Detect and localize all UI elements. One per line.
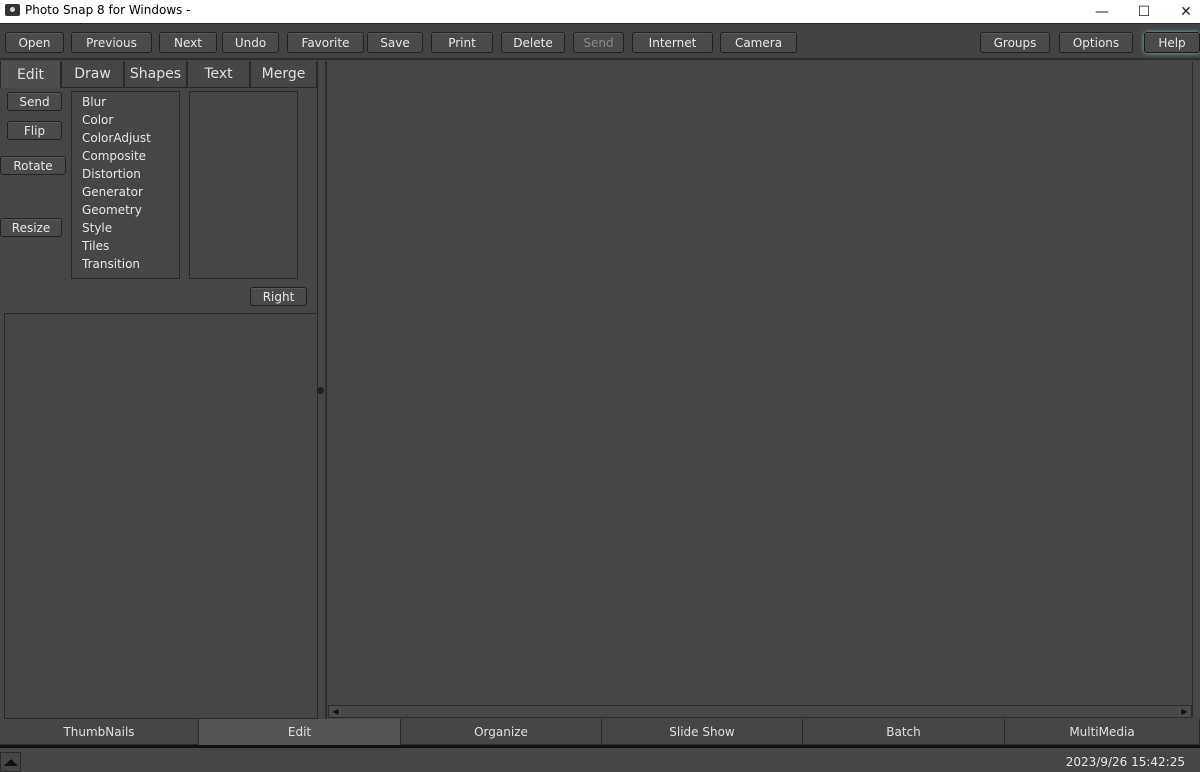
right-button[interactable]: Right [250,287,307,306]
list-item-coloradjust[interactable]: ColorAdjust [82,129,151,147]
open-button[interactable]: Open [5,32,64,53]
scroll-left-icon[interactable]: ◀ [329,706,342,717]
undo-button[interactable]: Undo [222,32,279,53]
window-title: Photo Snap 8 for Windows - [25,3,191,17]
send-button: Send [573,32,624,53]
print-button[interactable]: Print [431,32,493,53]
favorite-button[interactable]: Favorite [287,32,364,53]
arrow-up-icon [3,758,18,766]
list-item-composite[interactable]: Composite [82,147,146,165]
previous-button[interactable]: Previous [71,32,152,53]
status-datetime: 2023/9/26 15:42:25 [1065,755,1185,769]
splitter-grip-icon[interactable] [317,387,324,394]
tab-merge[interactable]: Merge [250,61,317,88]
list-item-color[interactable]: Color [82,111,113,129]
flip-button[interactable]: Flip [7,121,62,140]
vertical-scrollbar[interactable] [1192,62,1200,717]
list-item-generator[interactable]: Generator [82,183,143,201]
maximize-button[interactable]: ☐ [1122,0,1166,23]
groups-button[interactable]: Groups [980,32,1050,53]
internet-button[interactable]: Internet [632,32,713,53]
tab-organize[interactable]: Organize [401,719,602,745]
tab-edit[interactable]: Edit [0,61,61,88]
scroll-right-icon[interactable]: ▶ [1178,706,1191,717]
tab-text[interactable]: Text [187,61,250,88]
delete-button[interactable]: Delete [501,32,565,53]
list-item-geometry[interactable]: Geometry [82,201,142,219]
expand-up-button[interactable] [0,752,21,772]
camera-button[interactable]: Camera [720,32,797,53]
tab-batch[interactable]: Batch [803,719,1005,745]
tab-thumbnails[interactable]: ThumbNails [0,719,199,745]
tab-shapes[interactable]: Shapes [124,61,187,88]
effects-list[interactable] [189,91,298,279]
close-button[interactable]: ✕ [1164,0,1200,23]
list-item-tiles[interactable]: Tiles [82,237,109,255]
camera-icon [5,4,20,16]
panel-splitter[interactable] [317,61,326,719]
minimize-button[interactable]: — [1080,0,1124,23]
list-item-blur[interactable]: Blur [82,93,106,111]
save-button[interactable]: Save [367,32,423,53]
preview-panel [4,313,318,719]
tab-slide-show[interactable]: Slide Show [602,719,803,745]
resize-button[interactable]: Resize [0,218,62,237]
tab-draw[interactable]: Draw [61,61,124,88]
effect-category-list[interactable]: Blur Color ColorAdjust Composite Distort… [71,91,180,279]
horizontal-scrollbar[interactable]: ◀ ▶ [328,705,1192,718]
next-button[interactable]: Next [159,32,217,53]
rotate-button[interactable]: Rotate [0,156,66,175]
list-item-style[interactable]: Style [82,219,112,237]
send-side-button[interactable]: Send [7,92,62,111]
mode-tabs: ThumbNails Edit Organize Slide Show Batc… [0,719,1200,748]
tab-multimedia[interactable]: MultiMedia [1005,719,1200,745]
main-toolbar: Open Previous Next Undo Favorite Save Pr… [0,23,1200,60]
edit-tools-panel: Edit Draw Shapes Text Merge Send Flip Ro… [0,61,318,315]
help-button[interactable]: Help [1144,32,1200,53]
list-item-distortion[interactable]: Distortion [82,165,141,183]
title-bar: Photo Snap 8 for Windows - — ☐ ✕ [0,0,1200,23]
options-button[interactable]: Options [1059,32,1133,53]
list-item-transition[interactable]: Transition [82,255,140,273]
tab-edit-mode[interactable]: Edit [199,719,401,745]
image-canvas[interactable] [326,61,1200,719]
status-bar: 2023/9/26 15:42:25 [0,750,1200,772]
